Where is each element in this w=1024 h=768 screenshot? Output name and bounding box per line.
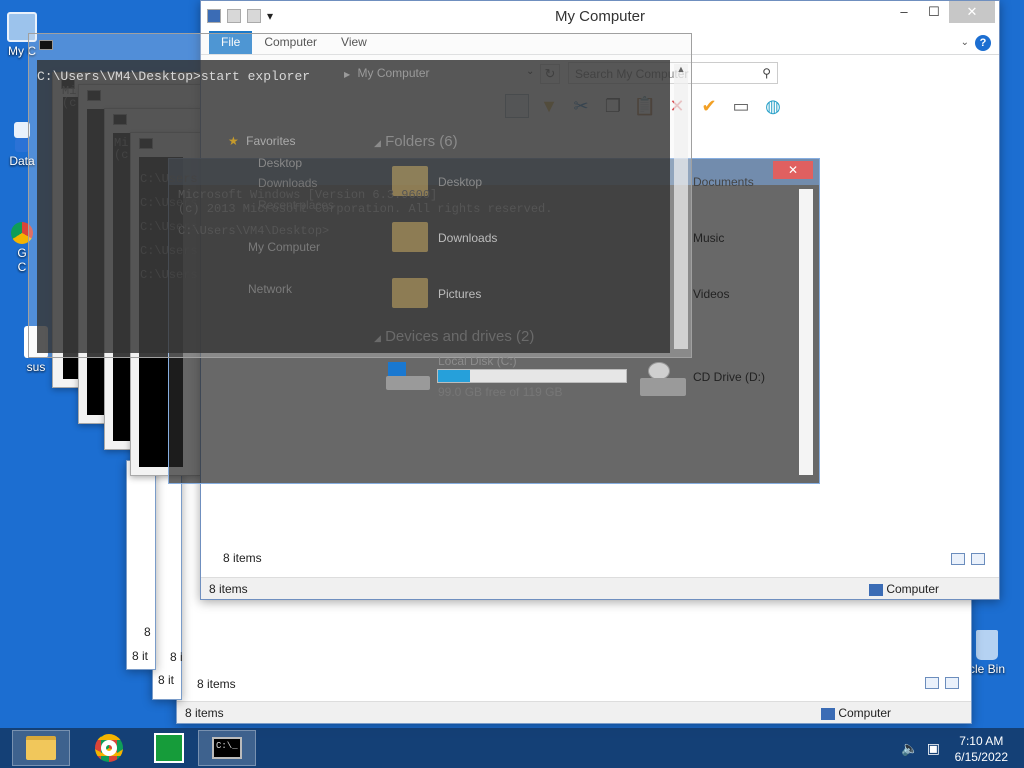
- cmd-ghost-line-1: Microsoft Windows [Version 6.3.9600]: [178, 188, 438, 202]
- nav-favorites[interactable]: ★ Favorites: [228, 134, 295, 148]
- nav-network[interactable]: Network: [248, 282, 292, 296]
- chevron-right-icon: ▶: [344, 70, 351, 79]
- help-icon[interactable]: ?: [975, 35, 991, 51]
- cmd-scrollbar[interactable]: ▲: [674, 64, 688, 349]
- items-count: 8 items: [197, 677, 236, 691]
- cd-drive-label[interactable]: CD Drive (D:): [693, 370, 765, 384]
- taskbar-cmd-button[interactable]: C:\_: [198, 730, 256, 766]
- window-controls: – ☐ ✕: [889, 1, 995, 23]
- cmd-stack-fragment: C:\Users: [140, 244, 198, 258]
- network-icon[interactable]: ▣: [927, 740, 940, 757]
- breadcrumb[interactable]: ▶ My Computer: [344, 66, 430, 80]
- taskbar-explorer-button[interactable]: [12, 730, 70, 766]
- minimize-button[interactable]: –: [889, 1, 919, 23]
- pictures-folder-icon: [392, 278, 428, 308]
- system-tray: 🔈 ▣: [901, 740, 940, 757]
- status-bar: 8 items Computer: [177, 701, 971, 723]
- folder-icon: [26, 736, 56, 760]
- cmd-command-line: C:\Users\VM4\Desktop>start explorer: [37, 69, 311, 84]
- ribbon-expand-icon[interactable]: ⌄: [961, 37, 969, 48]
- view-toggle[interactable]: [951, 553, 985, 565]
- cmd-ghost-line-2: (c) 2013 Microsoft Corporation. All righ…: [178, 202, 553, 216]
- speaker-muted-icon[interactable]: 🔈: [901, 740, 918, 757]
- cmd-stack-fragment: (c: [62, 96, 77, 110]
- cmd-stack-fragment: C:\Users: [140, 196, 198, 210]
- status-bar: 8 items Computer: [201, 577, 999, 599]
- taskbar: C:\_ 🔈 ▣ 7:10 AM 6/15/2022: [0, 728, 1024, 768]
- cmd-icon: [39, 40, 53, 50]
- details-view-icon[interactable]: [925, 677, 939, 689]
- cmd-stack-fragment: (c: [114, 148, 129, 162]
- shortcut-arrow-icon: [15, 138, 29, 152]
- folder-desktop[interactable]: Desktop: [438, 175, 482, 189]
- downloads-folder-icon: [392, 222, 428, 252]
- window-title: My Computer: [554, 8, 646, 25]
- cmd-ghost-line-3: C:\Users\VM4\Desktop>: [178, 224, 330, 238]
- taskbar-chrome-button[interactable]: [80, 730, 138, 766]
- clock-time: 7:10 AM: [959, 734, 1004, 748]
- status-items: 8 items: [185, 706, 224, 720]
- store-icon: [154, 733, 184, 763]
- view-toggle[interactable]: [925, 677, 959, 689]
- cmd-stack-fragment: C:\Users: [140, 268, 198, 282]
- items-count-fragment: 8: [144, 625, 151, 639]
- clock[interactable]: 7:10 AM 6/15/2022: [955, 733, 1008, 765]
- collapse-icon: ◢: [374, 138, 381, 148]
- status-location: Computer: [868, 582, 939, 596]
- title-bar[interactable]: ▾ My Computer – ☐ ✕: [201, 1, 999, 31]
- close-button[interactable]: ✕: [949, 1, 995, 23]
- cmd-stack-fragment: C:\Users: [140, 172, 198, 186]
- items-count: 8 it: [132, 649, 149, 663]
- folder-documents[interactable]: Documents: [693, 175, 754, 189]
- hard-drive-icon: [386, 362, 430, 392]
- cmd-icon: C:\_: [212, 737, 242, 759]
- rename-icon[interactable]: ✔: [697, 94, 721, 118]
- properties-icon[interactable]: ▭: [729, 94, 753, 118]
- nav-desktop[interactable]: Desktop: [258, 156, 302, 170]
- background-explorer-window-2[interactable]: 8 it 8: [126, 460, 156, 670]
- tiles-view-icon[interactable]: [945, 677, 959, 689]
- devices-heading[interactable]: ◢ Devices and drives (2): [374, 328, 534, 345]
- network-icon[interactable]: ◍: [761, 94, 785, 118]
- close-icon: ✕: [773, 161, 813, 179]
- collapse-icon: ◢: [374, 333, 381, 343]
- scrollbar[interactable]: [799, 189, 813, 475]
- items-count: 8 items: [223, 551, 262, 565]
- status-items: 8 items: [209, 582, 248, 596]
- computer-icon: [868, 583, 883, 596]
- folder-videos[interactable]: Videos: [693, 287, 729, 301]
- taskbar-store-button[interactable]: [140, 730, 198, 766]
- folders-heading[interactable]: ◢ Folders (6): [374, 133, 458, 150]
- cd-drive-icon: [640, 362, 686, 398]
- details-view-icon[interactable]: [951, 553, 965, 565]
- search-icon: ⚲: [762, 66, 771, 80]
- folder-pictures[interactable]: Pictures: [438, 287, 481, 301]
- items-count: 8 it: [158, 673, 175, 687]
- star-icon: ★: [228, 134, 239, 148]
- desktop-icon-label: sus: [26, 360, 46, 374]
- computer-icon: [820, 707, 835, 720]
- folder-downloads[interactable]: Downloads: [438, 231, 497, 245]
- disk-usage-bar: [437, 369, 627, 383]
- maximize-button[interactable]: ☐: [919, 1, 949, 23]
- disk-usage-fill: [438, 370, 470, 382]
- desktop-icon-label: cle Bin: [968, 662, 1006, 676]
- status-location: Computer: [820, 706, 891, 720]
- trash-icon: [976, 630, 998, 660]
- local-disk-free: 99.0 GB free of 119 GB: [438, 385, 563, 399]
- nav-my-computer[interactable]: My Computer: [248, 240, 320, 254]
- cmd-stack-fragment: C:\Users: [140, 220, 198, 234]
- tiles-view-icon[interactable]: [971, 553, 985, 565]
- local-disk-label[interactable]: Local Disk (C:): [438, 354, 517, 368]
- chrome-icon: [95, 734, 123, 762]
- clock-date: 6/15/2022: [954, 750, 1008, 764]
- items-count-fragment-2: 8 i: [170, 650, 183, 664]
- folder-music[interactable]: Music: [693, 231, 724, 245]
